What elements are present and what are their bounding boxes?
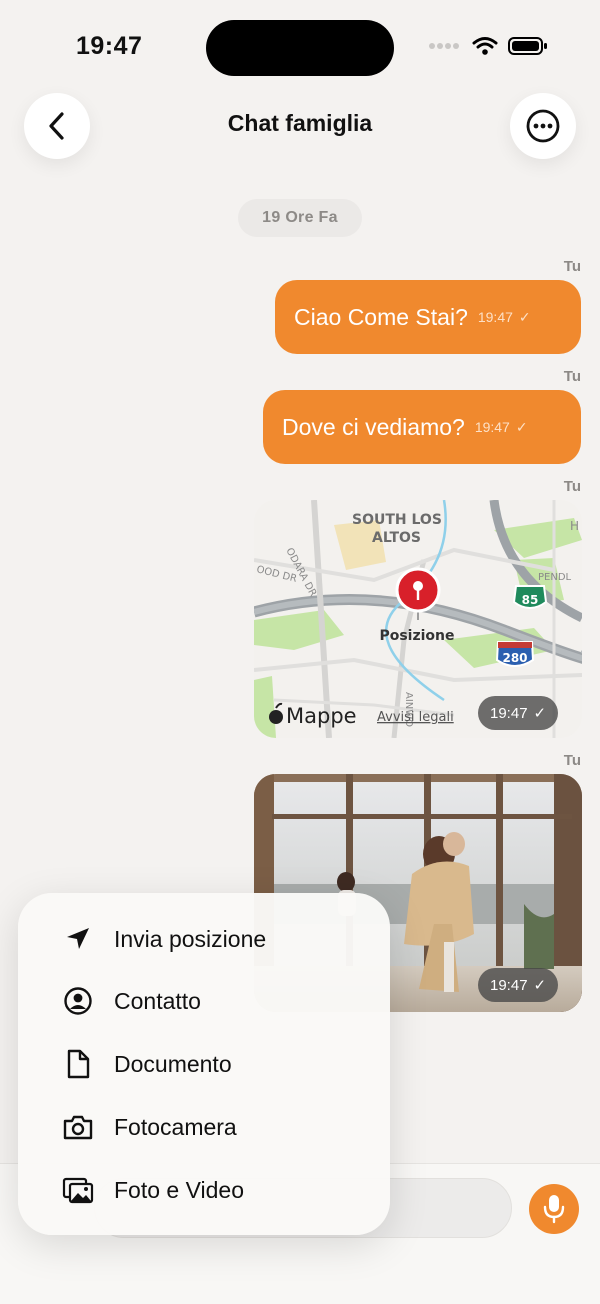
location-arrow-icon: [62, 923, 94, 955]
message-time: 19:47: [490, 704, 528, 722]
map-area-label: ALTOS: [372, 530, 421, 546]
photos-icon: [62, 1174, 94, 1206]
document-icon: [62, 1048, 94, 1080]
dynamic-island: [206, 20, 394, 76]
location-map-card[interactable]: ODARA DR OOD DR PENDL AINWO H SOUTH LOS …: [254, 500, 582, 738]
more-options-button[interactable]: [510, 93, 576, 159]
highway-shield-label: 85: [522, 593, 539, 607]
menu-item-document[interactable]: Documento: [18, 1036, 390, 1092]
map-area-label: SOUTH LOS: [352, 512, 442, 528]
contact-icon: [62, 985, 94, 1017]
message-time: 19:47: [477, 309, 513, 325]
message-bubble[interactable]: Dove ci vediamo? 19:47 ✓: [263, 390, 581, 464]
camera-icon: [62, 1111, 94, 1143]
sent-check-icon: ✓: [533, 977, 547, 994]
menu-item-label: Invia posizione: [114, 925, 267, 952]
status-time: 19:47: [76, 32, 143, 60]
message-time-chip: 19:47 ✓: [478, 696, 559, 730]
map-place-label: Posizione: [379, 628, 454, 644]
attach-menu: Invia posizione Contatto Documento Fotoc…: [18, 893, 390, 1235]
map-road-label: PENDL: [538, 572, 572, 583]
menu-item-photos-videos[interactable]: Foto e Video: [18, 1162, 390, 1218]
message-time-chip: 19:47 ✓: [478, 968, 559, 1002]
message-text: Ciao Come Stai?: [294, 303, 468, 330]
map-legal-link[interactable]: Avvisi legali: [377, 710, 454, 725]
menu-item-camera[interactable]: Fotocamera: [18, 1099, 390, 1155]
interstate-280-shield-icon: 280: [495, 641, 535, 667]
sender-label: Tu: [563, 752, 581, 769]
status-indicators: [428, 36, 548, 56]
sent-check-icon: ✓: [515, 418, 528, 435]
menu-item-contact[interactable]: Contatto: [18, 973, 390, 1029]
date-separator: 19 Ore Fa: [238, 199, 362, 237]
menu-item-label: Fotocamera: [114, 1113, 237, 1140]
highway-shield-label: 280: [502, 651, 527, 665]
sender-label: Tu: [563, 368, 581, 385]
wifi-icon: [472, 37, 498, 55]
menu-item-label: Documento: [114, 1050, 232, 1077]
map-provider-label: Mappe: [286, 704, 357, 728]
cellular-signal-icon: [429, 43, 459, 49]
menu-item-label: Contatto: [114, 987, 201, 1014]
sent-check-icon: ✓: [518, 308, 531, 325]
menu-item-send-location[interactable]: Invia posizione: [18, 911, 390, 967]
map-road-label: H: [570, 519, 579, 533]
menu-item-label: Foto e Video: [114, 1176, 245, 1203]
microphone-button[interactable]: [529, 1184, 579, 1234]
more-options-icon: [526, 109, 560, 143]
sender-label: Tu: [563, 258, 581, 275]
message-bubble[interactable]: Ciao Come Stai? 19:47 ✓: [275, 280, 581, 354]
sent-check-icon: ✓: [533, 705, 547, 722]
message-time: 19:47: [474, 419, 510, 435]
highway-85-shield-icon: 85: [512, 585, 548, 609]
sender-label: Tu: [563, 478, 581, 495]
message-text: Dove ci vediamo?: [282, 413, 465, 440]
status-bar: 19:47: [0, 0, 600, 96]
battery-icon: [508, 37, 547, 55]
microphone-icon: [543, 1195, 565, 1224]
message-time: 19:47: [490, 976, 528, 994]
